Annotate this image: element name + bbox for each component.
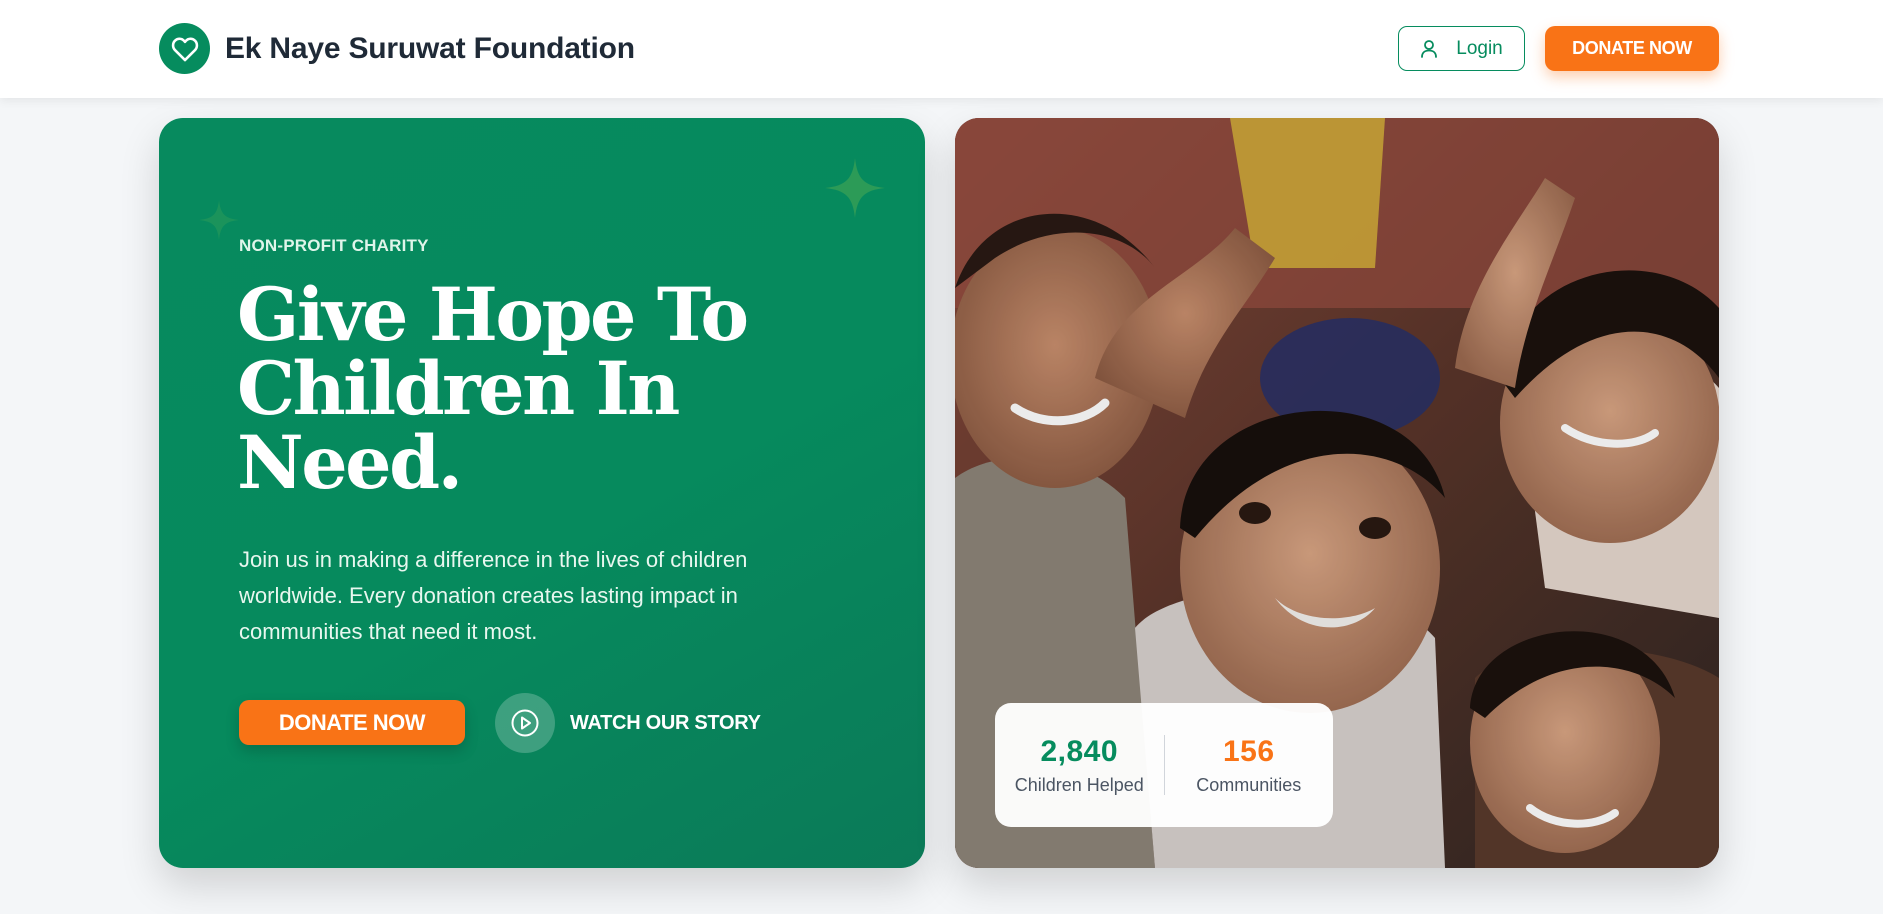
stat-label: Children Helped	[1014, 774, 1144, 795]
hero-headline: Give Hope To Children In Need.	[237, 272, 749, 506]
user-icon	[1421, 39, 1438, 58]
login-button[interactable]: Login	[1398, 26, 1525, 71]
heart-icon	[159, 23, 210, 74]
play-circle	[495, 693, 555, 753]
stat-communities: 156 Communities	[1165, 735, 1334, 796]
brand[interactable]: Ek Naye Suruwat Foundation	[159, 23, 635, 74]
hero-card: NON-PROFIT CHARITY Give Hope To Children…	[159, 118, 925, 868]
brand-name: Ek Naye Suruwat Foundation	[225, 31, 635, 65]
hero-photo: 2,840 Children Helped 156 Communities	[955, 118, 1719, 868]
sparkle-icon	[825, 158, 885, 218]
stat-label: Communities	[1196, 774, 1302, 795]
impact-stats-card: 2,840 Children Helped 156 Communities	[995, 703, 1333, 827]
play-icon	[511, 709, 539, 737]
login-label: Login	[1456, 37, 1503, 59]
stat-value: 156	[1222, 734, 1275, 768]
stat-value: 2,840	[1040, 734, 1119, 768]
hero-donate-button[interactable]: DONATE NOW	[239, 700, 465, 745]
header-donate-button[interactable]: DONATE NOW	[1545, 26, 1719, 71]
watch-story-label: WATCH OUR STORY	[570, 711, 761, 734]
watch-story-link[interactable]: WATCH OUR STORY	[495, 693, 761, 753]
stat-children-helped: 2,840 Children Helped	[995, 735, 1164, 796]
hero-lead: Join us in making a difference in the li…	[239, 547, 748, 644]
site-header: Ek Naye Suruwat Foundation Login DONATE …	[0, 0, 1883, 98]
sparkle-icon	[199, 200, 239, 240]
hero-eyebrow: NON-PROFIT CHARITY	[239, 236, 429, 255]
